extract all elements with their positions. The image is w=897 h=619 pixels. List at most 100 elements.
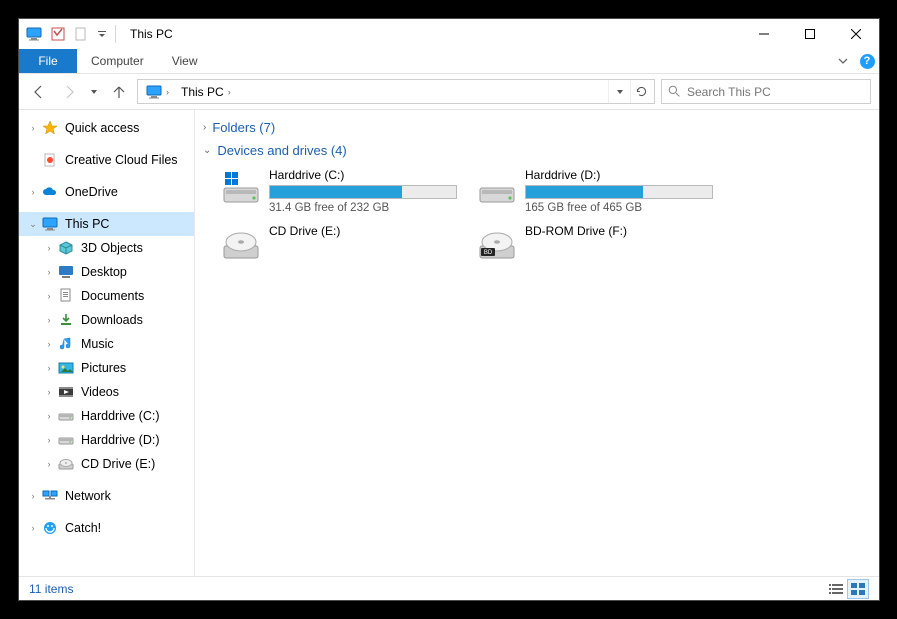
sidebar-item-label: Network: [65, 489, 111, 503]
refresh-button[interactable]: [630, 80, 652, 103]
drive-item[interactable]: Harddrive (D:) 165 GB free of 465 GB: [473, 164, 723, 220]
sidebar-item-this-pc[interactable]: ⌄This PC: [19, 212, 194, 236]
address-segment[interactable]: This PC ›: [175, 85, 237, 99]
window-title: This PC: [124, 27, 173, 41]
address-bar[interactable]: › This PC ›: [137, 79, 655, 104]
status-text: 11 items: [29, 582, 73, 596]
group-devices[interactable]: ⌄ Devices and drives (4): [203, 141, 871, 164]
ribbon: File Computer View ?: [19, 49, 879, 74]
separator: [115, 25, 116, 43]
chevron-right-icon[interactable]: ›: [228, 87, 231, 97]
close-button[interactable]: [833, 19, 879, 49]
minimize-button[interactable]: [741, 19, 787, 49]
sidebar-item-documents[interactable]: › Documents: [19, 284, 194, 308]
file-tab[interactable]: File: [19, 49, 77, 73]
sidebar-item-quick-access[interactable]: › Quick access: [19, 116, 194, 140]
drive-item[interactable]: BD BD-ROM Drive (F:): [473, 220, 723, 276]
address-location: This PC: [181, 85, 224, 99]
maximize-button[interactable]: [787, 19, 833, 49]
ribbon-expand-icon[interactable]: [831, 49, 855, 73]
sidebar-item-3d-objects[interactable]: ›3D Objects: [19, 236, 194, 260]
chevron-right-icon[interactable]: ›: [43, 459, 55, 469]
search-box[interactable]: [661, 79, 871, 104]
drive-name: BD-ROM Drive (F:): [525, 224, 719, 238]
download-icon: [57, 311, 75, 329]
chevron-right-icon[interactable]: ›: [43, 267, 55, 277]
file-explorer-window: This PC File Computer View ? › This PC ›: [18, 18, 880, 601]
monitor-icon: [41, 215, 59, 233]
chevron-right-icon[interactable]: ›: [43, 363, 55, 373]
music-icon: [57, 335, 75, 353]
picture-icon: [57, 359, 75, 377]
group-folders[interactable]: › Folders (7): [203, 118, 871, 141]
sidebar-item-videos[interactable]: ›Videos: [19, 380, 194, 404]
sidebar-item-label: Desktop: [81, 265, 127, 279]
sidebar-item-creative-cloud-files[interactable]: Creative Cloud Files: [19, 148, 194, 172]
chevron-right-icon[interactable]: ›: [43, 339, 55, 349]
sidebar-item-harddrive-d-[interactable]: ›Harddrive (D:): [19, 428, 194, 452]
address-history-dropdown[interactable]: [608, 80, 630, 103]
chevron-down-icon[interactable]: ⌄: [27, 219, 39, 230]
chevron-right-icon[interactable]: ›: [43, 291, 55, 301]
up-button[interactable]: [107, 80, 131, 104]
search-icon: [668, 85, 681, 98]
drive-icon: [57, 431, 75, 449]
sidebar-item-network[interactable]: › Network: [19, 484, 194, 508]
chevron-right-icon[interactable]: ›: [43, 243, 55, 253]
chevron-right-icon[interactable]: ›: [27, 187, 39, 197]
view-tiles-button[interactable]: [847, 579, 869, 599]
sidebar-item-onedrive[interactable]: ›OneDrive: [19, 180, 194, 204]
titlebar: This PC: [19, 19, 879, 49]
quick-access-toolbar: [19, 23, 124, 45]
chevron-right-icon: ›: [203, 122, 206, 133]
drive-name: CD Drive (E:): [269, 224, 463, 238]
chevron-right-icon[interactable]: ›: [43, 387, 55, 397]
svg-text:BD: BD: [484, 250, 493, 256]
chevron-right-icon[interactable]: ›: [27, 123, 39, 133]
chevron-right-icon[interactable]: ›: [27, 491, 39, 501]
sidebar-item-music[interactable]: › Music: [19, 332, 194, 356]
chevron-right-icon[interactable]: ›: [27, 523, 39, 533]
qat-newfolder-icon[interactable]: [71, 23, 93, 45]
chevron-right-icon[interactable]: ›: [43, 315, 55, 325]
chevron-right-icon[interactable]: ›: [43, 435, 55, 445]
sidebar-item-label: Documents: [81, 289, 144, 303]
drive-icon: [477, 168, 517, 208]
drive-c-icon: [221, 168, 261, 208]
qat-dropdown-icon[interactable]: [95, 23, 109, 45]
drives-grid: Harddrive (C:)31.4 GB free of 232 GBHard…: [203, 164, 871, 276]
search-input[interactable]: [687, 85, 864, 99]
body: › Quick access Creative Cloud Files ›OneDri…: [19, 110, 879, 576]
sidebar-item-label: Music: [81, 337, 114, 351]
sidebar-item-label: Quick access: [65, 121, 139, 135]
view-details-button[interactable]: [825, 579, 847, 599]
sidebar-item-label: CD Drive (E:): [81, 457, 155, 471]
sidebar-item-label: Harddrive (C:): [81, 409, 160, 423]
drive-name: Harddrive (D:): [525, 168, 719, 182]
sidebar-item-harddrive-c-[interactable]: › Harddrive (C:): [19, 404, 194, 428]
sidebar-item-label: Creative Cloud Files: [65, 153, 178, 167]
drive-item[interactable]: CD Drive (E:): [217, 220, 467, 276]
sidebar-item-catch-[interactable]: ›Catch!: [19, 516, 194, 540]
address-root-icon[interactable]: ›: [140, 84, 175, 100]
help-button[interactable]: ?: [855, 49, 879, 73]
tab-computer[interactable]: Computer: [77, 49, 158, 73]
sidebar-item-cd-drive-e-[interactable]: › CD Drive (E:): [19, 452, 194, 476]
app-icon: [23, 23, 45, 45]
drive-item[interactable]: Harddrive (C:)31.4 GB free of 232 GB: [217, 164, 467, 220]
drive-name: Harddrive (C:): [269, 168, 463, 182]
forward-button[interactable]: [57, 80, 81, 104]
chevron-right-icon[interactable]: ›: [166, 87, 169, 97]
drive-icon: [57, 407, 75, 425]
chevron-right-icon[interactable]: ›: [43, 411, 55, 421]
sidebar-item-label: Pictures: [81, 361, 126, 375]
back-button[interactable]: [27, 80, 51, 104]
drive-subtext: 165 GB free of 465 GB: [525, 202, 719, 214]
tab-view[interactable]: View: [158, 49, 212, 73]
sidebar-item-pictures[interactable]: › Pictures: [19, 356, 194, 380]
drive-usage-bar: [525, 185, 713, 199]
qat-properties-icon[interactable]: [47, 23, 69, 45]
sidebar-item-downloads[interactable]: ›Downloads: [19, 308, 194, 332]
recent-dropdown-icon[interactable]: [87, 80, 101, 104]
sidebar-item-desktop[interactable]: › Desktop: [19, 260, 194, 284]
